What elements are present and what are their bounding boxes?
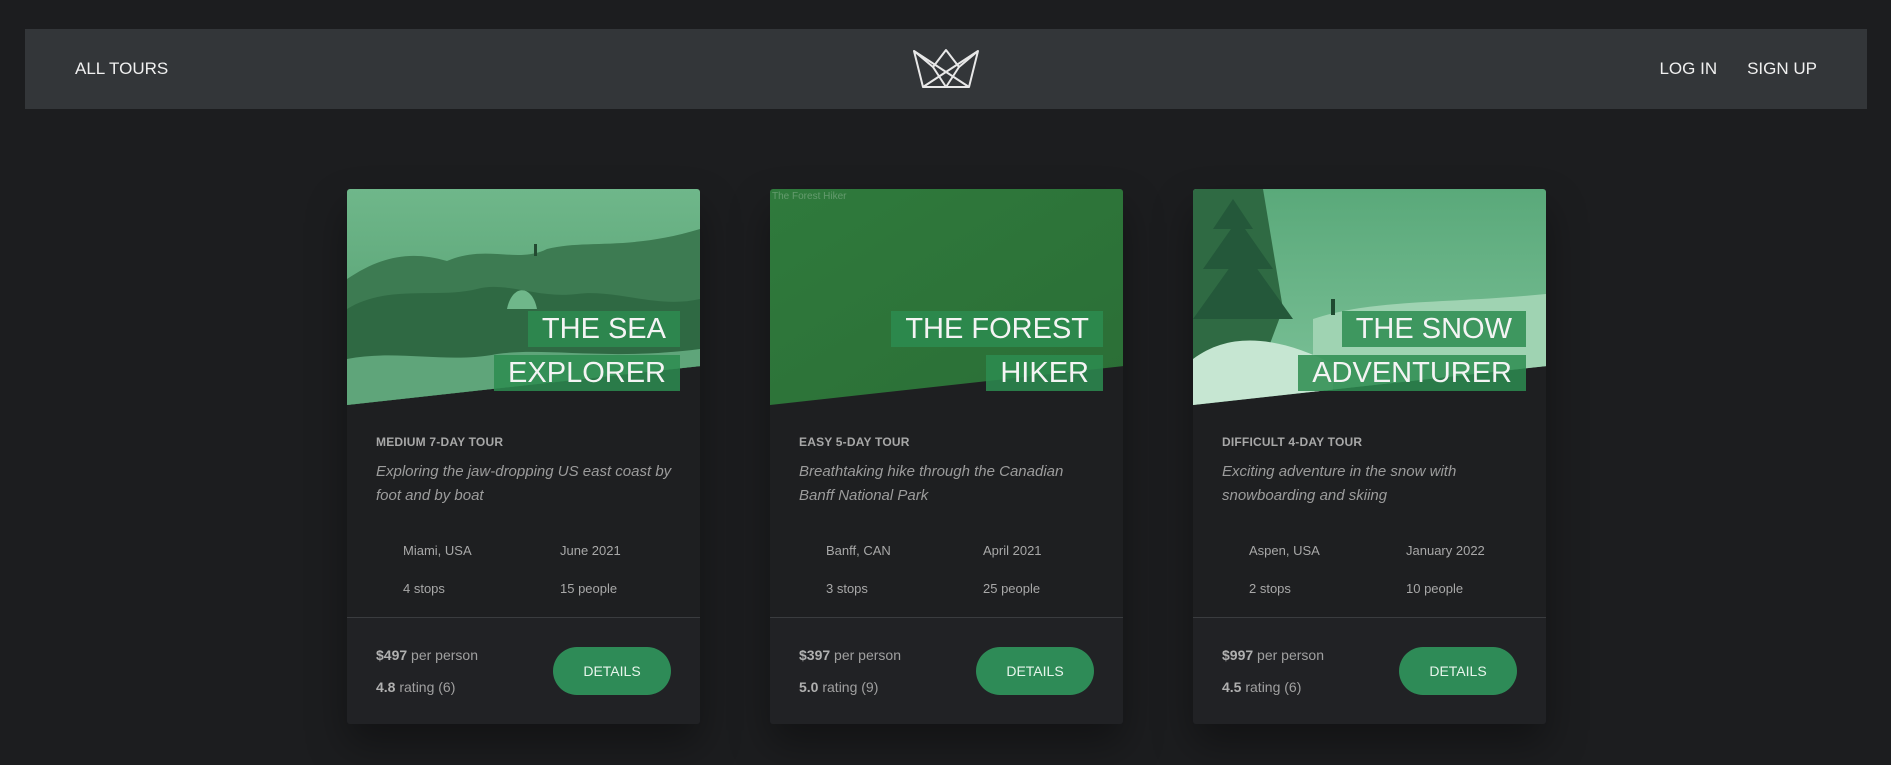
details-button[interactable]: DETAILS [553,647,671,695]
rating-suffix: rating (9) [822,679,879,695]
tour-price: $397 per person [799,647,901,663]
tour-rating: 5.0 rating (9) [799,679,878,695]
tour-stops: 3 stops [826,581,868,596]
rating-value: 4.8 [376,679,396,695]
price-value: $497 [376,647,408,663]
tour-title: THE FOREST HIKER [863,307,1103,395]
tour-price: $497 per person [376,647,478,663]
login-link[interactable]: LOG IN [1659,59,1717,79]
tour-description: Breathtaking hike through the Canadian B… [799,463,1064,504]
all-tours-link[interactable]: ALL TOURS [75,29,168,109]
tour-date: June 2021 [560,543,621,558]
tour-title: THE SNOW ADVENTURER [1286,307,1526,395]
tour-title-line-1: THE FOREST [891,311,1103,347]
rating-suffix: rating (6) [1245,679,1302,695]
site-header: ALL TOURS LOG IN SIGN UP [25,29,1867,109]
tour-subheading: MEDIUM 7-DAY TOUR [376,435,504,449]
tour-title-line-1: THE SEA [527,311,680,347]
broken-image-alt: The Forest Hiker [772,191,847,202]
signup-link[interactable]: SIGN UP [1747,59,1817,79]
tour-rating: 4.5 rating (6) [1222,679,1301,695]
tour-title-line-1: THE SNOW [1341,311,1526,347]
tour-stops: 4 stops [403,581,445,596]
tour-title: THE SEA EXPLORER [440,307,680,395]
tour-date: April 2021 [983,543,1042,558]
tour-card-snow-adventurer: THE SNOW ADVENTURER DIFFICULT 4-DAY TOUR… [1193,189,1546,724]
tour-date: January 2022 [1406,543,1485,558]
tour-people: 10 people [1406,581,1464,596]
tour-title-line-2: HIKER [986,355,1103,391]
tour-description: Exciting adventure in the snow with snow… [1222,463,1457,504]
tour-card-sea-explorer: THE SEA EXPLORER MEDIUM 7-DAY TOUR Explo… [347,189,700,724]
price-value: $397 [799,647,831,663]
tour-subheading: EASY 5-DAY TOUR [799,435,910,449]
price-suffix: per person [834,647,901,663]
auth-nav: LOG IN SIGN UP [1659,29,1817,109]
tour-card-footer: $497 per person 4.8 rating (6) DETAILS [347,617,700,724]
rating-value: 4.5 [1222,679,1242,695]
price-suffix: per person [1257,647,1324,663]
tour-title-line-2: ADVENTURER [1298,355,1526,391]
price-suffix: per person [411,647,478,663]
rating-value: 5.0 [799,679,819,695]
tour-description: Exploring the jaw-dropping US east coast… [376,463,672,504]
price-value: $997 [1222,647,1254,663]
tour-location: Aspen, USA [1249,543,1320,558]
rating-suffix: rating (6) [399,679,456,695]
details-button[interactable]: DETAILS [976,647,1094,695]
tour-location: Banff, CAN [826,543,891,558]
tour-card-footer: $397 per person 5.0 rating (9) DETAILS [770,617,1123,724]
tour-card-forest-hiker: The Forest Hiker THE FOREST HIKER EASY 5… [770,189,1123,724]
page: ALL TOURS LOG IN SIGN UP THE SEA EXPLORE… [0,0,1891,765]
tour-stops: 2 stops [1249,581,1291,596]
tour-price: $997 per person [1222,647,1324,663]
tour-location: Miami, USA [403,543,472,558]
tour-title-line-2: EXPLORER [494,355,680,391]
tour-people: 25 people [983,581,1041,596]
tour-people: 15 people [560,581,618,596]
crown-logo-icon[interactable] [911,47,981,91]
tour-subheading: DIFFICULT 4-DAY TOUR [1222,435,1363,449]
tour-card-footer: $997 per person 4.5 rating (6) DETAILS [1193,617,1546,724]
tour-rating: 4.8 rating (6) [376,679,455,695]
details-button[interactable]: DETAILS [1399,647,1517,695]
